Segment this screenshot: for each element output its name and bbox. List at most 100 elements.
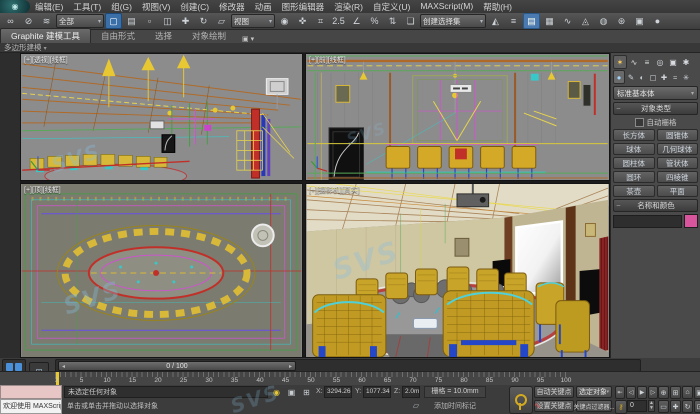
go-to-start-button[interactable]: ⇤ (615, 386, 625, 399)
name-color-rollout[interactable]: − 名称和颜色 (613, 199, 698, 212)
frame-spinner[interactable]: ▲▼ (648, 400, 655, 412)
zoom-all-button[interactable]: ⊞ (670, 386, 681, 399)
curve-editor-icon[interactable]: ∿ (559, 13, 576, 29)
mirror-icon[interactable]: ◭ (487, 13, 504, 29)
zoom-extents-all-button[interactable]: ▣ (694, 386, 700, 399)
zoom-region-button[interactable]: ▭ (658, 400, 669, 413)
spinner-snap-toggle-icon[interactable]: ⇅ (384, 13, 401, 29)
layer-manager-icon[interactable]: ▤ (523, 13, 540, 29)
menu-rendering[interactable]: 渲染(R) (329, 1, 368, 13)
menu-help[interactable]: 帮助(H) (478, 1, 517, 13)
key-filters-button[interactable]: 关键点过滤器... (576, 400, 612, 412)
object-type-button-tube[interactable]: 管状体 (657, 157, 699, 169)
create-category-geometry-icon[interactable]: ● (613, 70, 625, 84)
keyboard-shortcut-override-icon[interactable]: ⌗ (312, 13, 329, 29)
bind-to-space-warp-icon[interactable]: ≋ (38, 13, 55, 29)
panel-tab-display-icon[interactable]: ▣ (667, 56, 679, 68)
menu-create[interactable]: 创建(C) (175, 1, 214, 13)
menu-modifiers[interactable]: 修改器 (214, 1, 250, 13)
schematic-view-icon[interactable]: ◬ (577, 13, 594, 29)
edit-named-selection-sets-icon[interactable]: ❏ (402, 13, 419, 29)
material-editor-icon[interactable]: ◍ (595, 13, 612, 29)
use-pivot-point-center-icon[interactable]: ◉ (276, 13, 293, 29)
maximize-viewport-toggle-button[interactable]: ⊡ (694, 400, 700, 413)
panel-tab-motion-icon[interactable]: ◎ (654, 56, 666, 68)
snaps-toggle-icon[interactable]: 2.5 (330, 13, 347, 29)
pan-view-button[interactable]: ✚ (670, 400, 681, 413)
create-category-shapes-icon[interactable]: ✎ (626, 71, 636, 83)
object-type-button-torus[interactable]: 圆环 (613, 171, 655, 183)
y-coordinate-field[interactable]: 1077.34mm (363, 386, 391, 398)
absolute-mode-icon[interactable]: ⊞ (300, 386, 313, 398)
object-type-button-geosphere[interactable]: 几何球体 (657, 143, 699, 155)
selection-filter-dropdown[interactable]: 全部▾ (56, 14, 104, 28)
percent-snap-toggle-icon[interactable]: % (366, 13, 383, 29)
align-icon[interactable]: ≡ (505, 13, 522, 29)
create-category-cameras-icon[interactable]: ▢ (648, 71, 658, 83)
track-bar-ruler[interactable]: 0510152025303540455055606570758085909510… (55, 372, 639, 386)
slider-right-arrow-icon[interactable]: ▸ (289, 363, 292, 370)
autogrid-checkbox[interactable] (635, 118, 644, 127)
viewport-label[interactable]: [+][摄影机][真实] (309, 185, 360, 195)
object-color-swatch[interactable] (684, 214, 698, 228)
add-time-tag[interactable]: 添加时间标记 (424, 401, 486, 413)
create-category-lights-icon[interactable]: ◐ (637, 71, 647, 83)
key-mode-toggle[interactable]: ⚷ (615, 400, 627, 414)
viewport-perspective[interactable]: [+][透视][线框] SVS (20, 53, 303, 181)
render-production-icon[interactable]: ● (649, 13, 666, 29)
ribbon-panel-strip[interactable]: 多边形建模 ▾ (0, 43, 700, 53)
create-category-helpers-icon[interactable]: ✚ (659, 71, 669, 83)
selection-lock-icon[interactable]: ▣ (285, 386, 298, 398)
render-setup-icon[interactable]: ⊛ (613, 13, 630, 29)
object-type-button-plane[interactable]: 平面 (657, 185, 699, 197)
orbit-button[interactable]: ↻ (682, 400, 693, 413)
rectangular-selection-region-icon[interactable]: ▫ (141, 13, 158, 29)
window-crossing-toggle-icon[interactable]: ◫ (159, 13, 176, 29)
select-and-manipulate-icon[interactable]: ✜ (294, 13, 311, 29)
angle-snap-toggle-icon[interactable]: ∠ (348, 13, 365, 29)
object-type-button-cone[interactable]: 圆锥体 (657, 129, 699, 141)
menu-customize[interactable]: 自定义(U) (368, 1, 415, 13)
macro-recorder-strip[interactable] (0, 385, 62, 399)
object-type-button-sphere[interactable]: 球体 (613, 143, 655, 155)
object-type-button-teapot[interactable]: 茶壶 (613, 185, 655, 197)
menu-views[interactable]: 视图(V) (137, 1, 175, 13)
play-animation-button[interactable]: ▶ (637, 386, 647, 399)
ribbon-tab-freeform[interactable]: 自由形式 (91, 29, 145, 43)
object-type-rollout[interactable]: − 对象类型 (613, 102, 698, 115)
select-and-move-icon[interactable]: ✚ (177, 13, 194, 29)
viewport-label[interactable]: [+][前][线框] (309, 55, 346, 65)
object-type-button-box[interactable]: 长方体 (613, 129, 655, 141)
menu-graph-editors[interactable]: 图形编辑器 (277, 1, 330, 13)
selection-set-dropdown[interactable]: 选定对象 ▾ (576, 386, 612, 398)
current-frame-field[interactable]: 0 (627, 400, 647, 412)
viewport-front[interactable]: [+][前][线框] SVS (305, 53, 610, 181)
unlink-selection-icon[interactable]: ⊘ (20, 13, 37, 29)
application-button[interactable]: ◉ (0, 0, 30, 13)
zoom-extents-button[interactable]: ⌂ (682, 386, 693, 399)
previous-frame-button[interactable]: ◁ (626, 386, 636, 399)
time-slider-handle[interactable]: ◂ 0 / 100 ▸ (58, 361, 296, 371)
object-type-button-pyramid[interactable]: 四棱锥 (657, 171, 699, 183)
auto-key-button[interactable]: 自动关键点 (534, 386, 574, 398)
object-name-field[interactable] (613, 215, 682, 228)
select-object-icon[interactable]: ▢ (105, 13, 122, 29)
create-category-systems-icon[interactable]: ✳ (681, 71, 691, 83)
isolate-selection-icon[interactable]: ◉ (270, 386, 283, 398)
ribbon-tab-selection[interactable]: 选择 (145, 29, 182, 43)
ribbon-tab-object-paint[interactable]: 对象绘制 (182, 29, 236, 43)
ribbon-options-icon[interactable]: ▣ ▾ (242, 35, 254, 43)
set-keys-button[interactable] (509, 386, 533, 414)
select-and-scale-icon[interactable]: ▱ (213, 13, 230, 29)
graphite-ribbon-toggle-icon[interactable]: ▦ (541, 13, 558, 29)
menu-tools[interactable]: 工具(T) (68, 1, 106, 13)
menu-edit[interactable]: 编辑(E) (30, 1, 68, 13)
select-and-rotate-icon[interactable]: ↻ (195, 13, 212, 29)
maxscript-mini-listener[interactable]: 欢迎使用 MAXScript (0, 399, 62, 414)
rendered-frame-window-icon[interactable]: ▣ (631, 13, 648, 29)
viewport-label[interactable]: [+][透视][线框] (24, 55, 68, 65)
panel-tab-utilities-icon[interactable]: ✱ (680, 56, 692, 68)
object-type-button-cylinder[interactable]: 圆柱体 (613, 157, 655, 169)
x-coordinate-field[interactable]: 3294.26mm (324, 386, 352, 398)
slider-left-arrow-icon[interactable]: ◂ (62, 363, 65, 370)
